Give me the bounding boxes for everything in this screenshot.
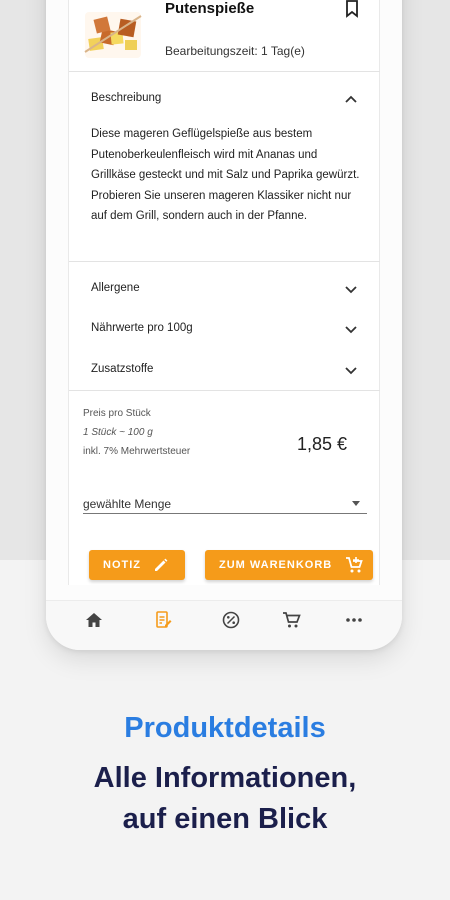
quantity-label: gewählte Menge (83, 497, 172, 511)
pencil-icon (155, 558, 168, 571)
note-button-label: NOTIZ (103, 559, 141, 571)
price-value: 1,85 € (297, 434, 348, 454)
add-to-cart-label: ZUM WARENKORB (219, 559, 333, 571)
subheadline-line-2: auf einen Blick (122, 803, 328, 835)
subheadline: Alle Informationen, auf einen Blick (0, 758, 450, 840)
chevron-down-icon[interactable] (345, 367, 357, 375)
accordion-label-additives: Zusatzstoffe (91, 363, 154, 375)
description-text: Diese mageren Geflügelspieße aus bestem … (91, 128, 360, 222)
note-button[interactable]: NOTIZ (89, 550, 185, 580)
divider (69, 390, 380, 391)
subheadline-line-1: Alle Informationen, (93, 762, 357, 794)
accordion-label-allergens: Allergene (91, 282, 140, 294)
accordion-label-nutrition: Nährwerte pro 100g (91, 322, 193, 334)
prep-time: Bearbeitungszeit: 1 Tag(e) (165, 44, 305, 58)
bookmark-icon[interactable] (345, 0, 359, 18)
order-icon[interactable] (153, 611, 173, 629)
accordion-label-description: Beschreibung (91, 92, 162, 104)
add-cart-icon (346, 557, 363, 573)
price-per-piece-label: Preis pro Stück (83, 408, 151, 419)
add-to-cart-button[interactable]: ZUM WARENKORB (205, 550, 373, 580)
app-screen: Putenspieße Bearbeitungszeit: 1 Tag(e) B… (68, 0, 380, 585)
bottom-navigation (46, 600, 402, 650)
offers-icon[interactable] (221, 611, 241, 629)
quantity-underline (83, 513, 367, 514)
phone-frame: Putenspieße Bearbeitungszeit: 1 Tag(e) B… (46, 0, 402, 650)
home-icon[interactable] (84, 611, 104, 629)
divider (69, 261, 380, 262)
divider (69, 71, 380, 72)
product-header: Putenspieße Bearbeitungszeit: 1 Tag(e) (69, 0, 380, 70)
cart-icon[interactable] (282, 611, 302, 629)
chevron-down-icon[interactable] (345, 326, 357, 334)
chevron-down-icon[interactable] (345, 286, 357, 294)
dropdown-arrow-icon[interactable] (352, 501, 360, 506)
chevron-up-icon[interactable] (345, 95, 357, 103)
product-title: Putenspieße (165, 0, 255, 17)
headline: Produktdetails (124, 712, 326, 744)
more-icon[interactable] (344, 611, 364, 629)
product-card: Putenspieße Bearbeitungszeit: 1 Tag(e) B… (68, 0, 380, 585)
skewer-image (84, 12, 142, 58)
